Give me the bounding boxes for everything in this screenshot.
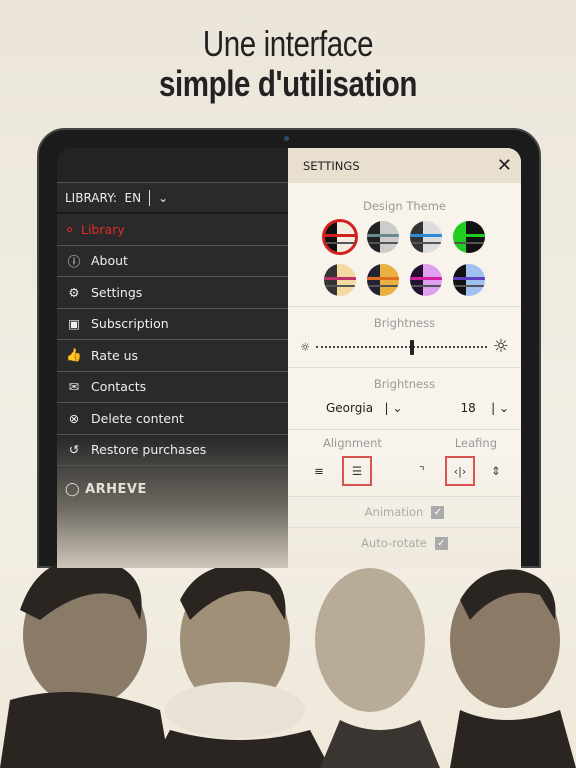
theme-option[interactable] (410, 264, 442, 296)
layout-section: Alignment Leafing ≡ ☰ ⌝ ‹|› ⇕ (288, 430, 521, 497)
animation-toggle[interactable]: Animation ✓ (288, 497, 521, 528)
menu-item-settings[interactable]: ⚙ Settings (57, 277, 288, 309)
restore-icon: ↺ (68, 442, 80, 458)
menu-item-library[interactable]: Library (57, 214, 288, 246)
thumbs-up-icon: 👍 (66, 347, 82, 363)
menu-item-label: About (91, 253, 128, 269)
app-screen: LIBRARY: EN ⌄ Library ⓘ About ⚙ Settings ▣ Sub… (57, 148, 521, 568)
theme-option[interactable] (453, 264, 485, 296)
animation-label: Animation (364, 505, 424, 519)
library-language-selector[interactable]: LIBRARY: EN ⌄ (57, 183, 288, 214)
menu-item-label: Delete content (91, 410, 184, 426)
menu-item-subscription[interactable]: ▣ Subscription (57, 309, 288, 340)
menu-item-delete-content[interactable]: ⊗ Delete content (57, 403, 288, 435)
font-size-select[interactable]: 18 | ⌄ (461, 401, 509, 415)
chevron-down-icon[interactable]: ⌄ (158, 191, 168, 205)
close-circle-icon: ⊗ (68, 410, 80, 426)
settings-panel: SETTINGS ✕ Design Theme Brightness ☼ ☼ B… (288, 148, 521, 568)
auto-rotate-label: Auto-rotate (361, 536, 427, 550)
left-align-icon[interactable]: ☰ (342, 456, 372, 486)
headline-line2: simple d'utilisation (159, 63, 417, 104)
gear-icon: ⚙ (68, 284, 80, 300)
font-section: Brightness Georgia | ⌄ 18 | ⌄ (288, 368, 521, 430)
dot-icon (67, 226, 72, 232)
sun-small-icon: ☼ (300, 339, 311, 354)
settings-title: SETTINGS (303, 158, 360, 173)
theme-option[interactable] (410, 221, 442, 253)
menu-item-label: Contacts (91, 379, 147, 395)
justify-align-icon[interactable]: ≡ (304, 456, 334, 486)
wallet-icon: ▣ (68, 316, 80, 332)
menu-item-restore-purchases[interactable]: ↺ Restore purchases (57, 435, 288, 466)
theme-option[interactable] (367, 264, 399, 296)
side-menu: LIBRARY: EN ⌄ Library ⓘ About ⚙ Settings ▣ Sub… (57, 148, 288, 568)
library-label: LIBRARY: (65, 190, 117, 205)
theme-option[interactable] (453, 221, 485, 253)
close-icon[interactable]: ✕ (497, 155, 512, 176)
checkbox-icon[interactable]: ✓ (434, 536, 448, 550)
camera (284, 136, 289, 141)
leafing-label: Leafing (454, 436, 497, 450)
slide-horizontal-icon[interactable]: ‹|› (445, 456, 475, 486)
author-portraits (0, 558, 576, 768)
portrait-1 (0, 558, 170, 768)
menu-top-bar (57, 148, 288, 183)
portrait-2 (150, 564, 330, 768)
theme-option[interactable] (322, 219, 358, 255)
slider-knob[interactable] (410, 339, 415, 355)
menu-item-label: Settings (91, 284, 143, 300)
page-curl-icon[interactable]: ⌝ (407, 456, 437, 486)
auto-rotate-toggle[interactable]: Auto-rotate ✓ (288, 528, 521, 558)
brightness-label: Brightness (373, 316, 436, 330)
info-icon: ⓘ (67, 254, 81, 270)
brightness-section: Brightness ☼ ☼ (288, 307, 521, 368)
theme-option[interactable] (324, 264, 356, 296)
divider (149, 189, 151, 206)
arheve-logo: ◯ ARHEVE (65, 482, 147, 497)
font-section-label: Brightness (373, 377, 436, 391)
font-value: Georgia (326, 401, 374, 415)
logo-text: ARHEVE (85, 482, 147, 497)
font-size-value: 18 (460, 401, 476, 415)
menu-item-label: Rate us (91, 347, 139, 363)
sun-large-icon: ☼ (492, 336, 509, 357)
menu-item-contacts[interactable]: ✉ Contacts (57, 372, 288, 403)
menu-item-about[interactable]: ⓘ About (57, 246, 288, 277)
headline: Une interface simple d'utilisation (0, 24, 576, 104)
design-theme-section: Design Theme (288, 183, 521, 307)
menu-item-rate-us[interactable]: 👍 Rate us (57, 340, 288, 372)
portrait-4 (450, 569, 576, 768)
checkbox-icon[interactable]: ✓ (431, 505, 445, 519)
menu-item-label: Library (81, 221, 125, 237)
envelope-icon: ✉ (68, 379, 80, 395)
language-value: EN (124, 190, 142, 205)
brightness-slider[interactable] (316, 339, 487, 355)
alignment-label: Alignment (323, 436, 382, 450)
menu-item-label: Restore purchases (91, 442, 207, 458)
theme-option[interactable] (367, 221, 399, 253)
menu-item-label: Subscription (91, 316, 169, 332)
portrait-3 (315, 568, 440, 768)
font-select[interactable]: Georgia | ⌄ (326, 401, 402, 415)
headline-line1: Une interface (202, 23, 374, 64)
design-theme-label: Design Theme (362, 199, 447, 213)
settings-header: SETTINGS ✕ (288, 148, 521, 183)
scroll-vertical-icon[interactable]: ⇕ (481, 456, 511, 486)
